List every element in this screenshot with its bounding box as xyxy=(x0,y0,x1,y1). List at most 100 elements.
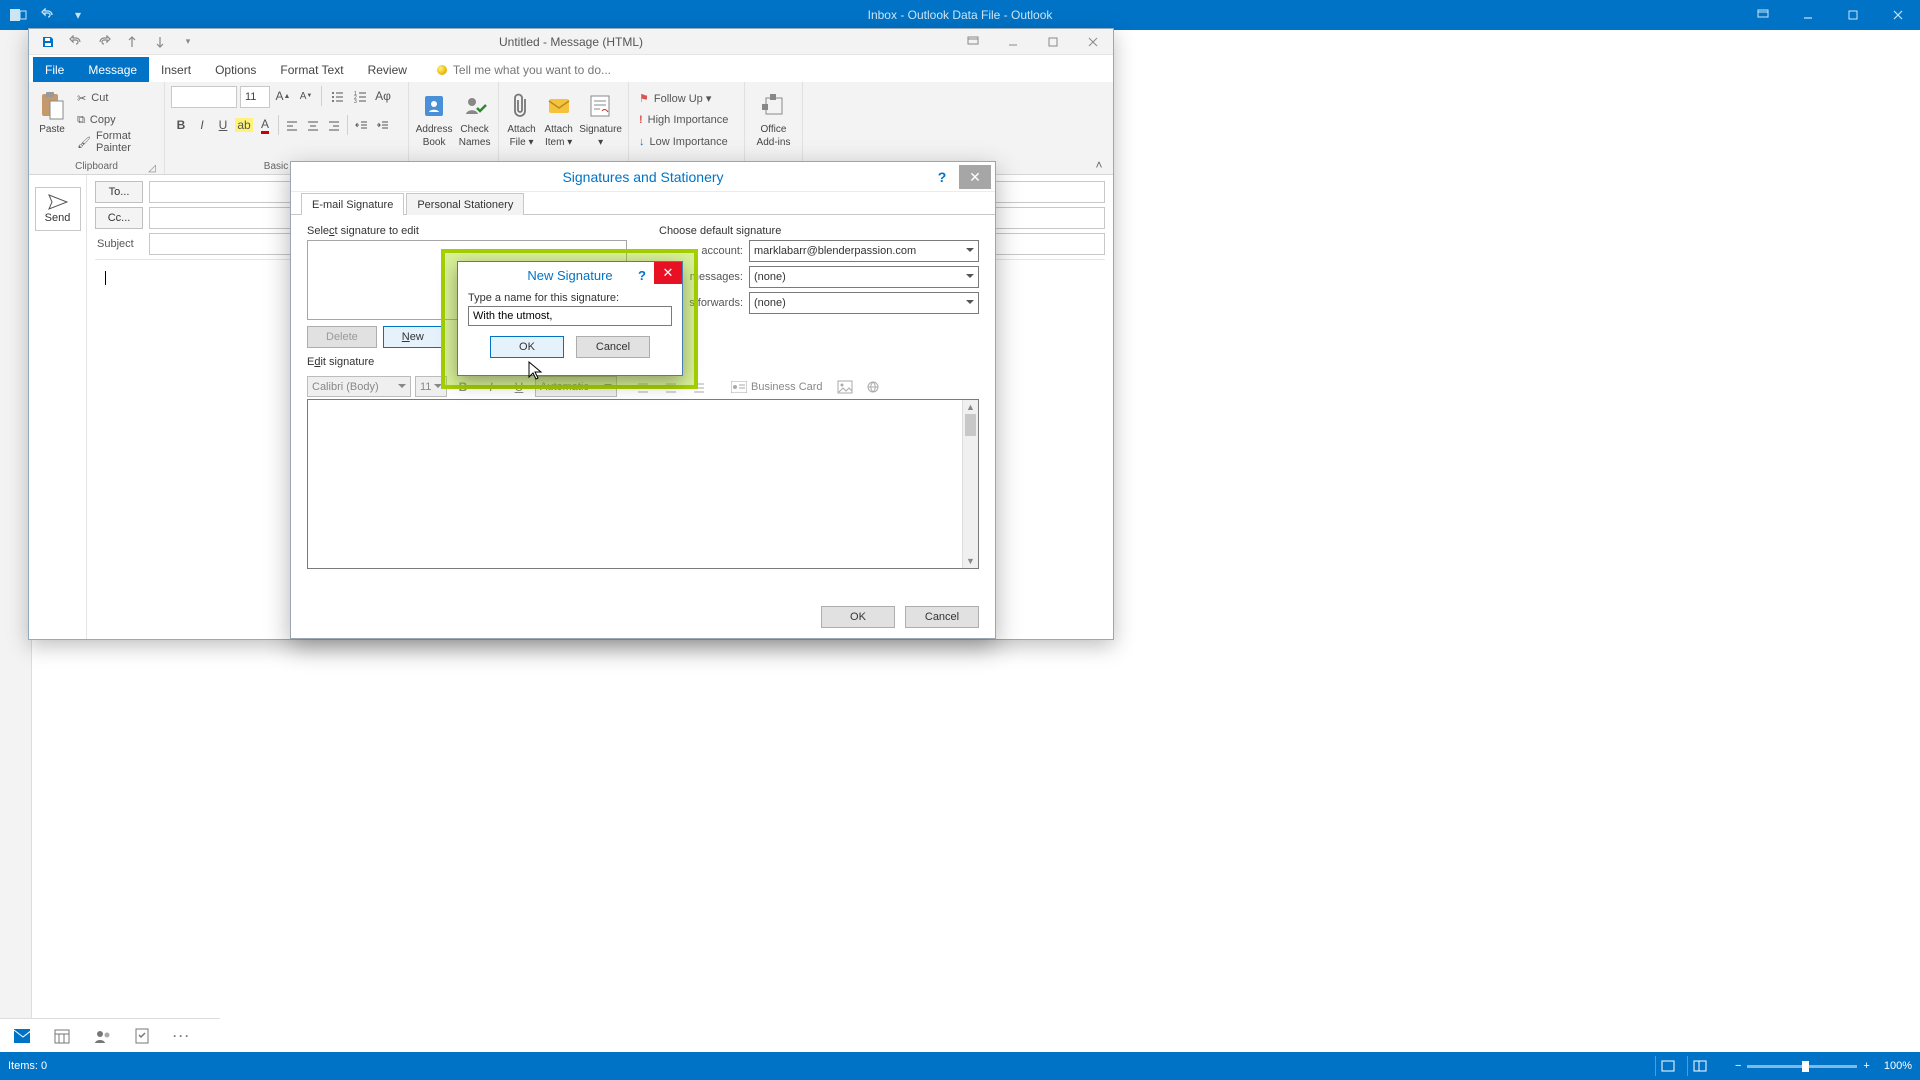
send-button[interactable]: Send xyxy=(35,187,81,231)
insert-picture-button[interactable] xyxy=(833,376,857,397)
signature-button[interactable]: Signature ▾ xyxy=(579,86,622,152)
calendar-nav-button[interactable] xyxy=(54,1028,70,1044)
scissors-icon: ✂ xyxy=(77,92,86,105)
attach-file-button[interactable]: Attach File ▾ xyxy=(505,86,538,152)
msg-qat-customize-button[interactable]: ▾ xyxy=(177,31,199,53)
to-button[interactable]: To... xyxy=(95,181,143,203)
scroll-up-button[interactable]: ▲ xyxy=(963,400,978,414)
paste-button[interactable]: Paste xyxy=(35,86,69,152)
business-card-icon xyxy=(731,381,747,393)
replies-forwards-select[interactable]: (none) xyxy=(749,292,979,314)
account-select[interactable]: marklabarr@blenderpassion.com xyxy=(749,240,979,262)
underline-button[interactable]: U xyxy=(213,115,233,135)
tab-file[interactable]: File xyxy=(33,57,76,82)
new-button[interactable]: New xyxy=(383,326,443,348)
cc-button[interactable]: Cc... xyxy=(95,207,143,229)
outlook-minimize-button[interactable] xyxy=(1785,0,1830,30)
msg-save-button[interactable] xyxy=(37,31,59,53)
shrink-font-button[interactable]: A▼ xyxy=(296,86,316,106)
follow-up-button[interactable]: ⚑Follow Up ▾ xyxy=(635,88,732,108)
msg-undo-button[interactable] xyxy=(65,31,87,53)
bullets-button[interactable] xyxy=(327,86,347,106)
cut-button[interactable]: ✂Cut xyxy=(73,88,158,108)
align-center-button[interactable] xyxy=(303,115,323,135)
check-names-icon xyxy=(459,90,491,122)
signatures-cancel-button[interactable]: Cancel xyxy=(905,606,979,628)
new-signature-ok-button[interactable]: OK xyxy=(490,336,564,358)
italic-button[interactable]: I xyxy=(192,115,212,135)
bold-button[interactable]: B xyxy=(171,115,191,135)
format-painter-button[interactable]: 🖌Format Painter xyxy=(73,132,158,152)
scroll-thumb[interactable] xyxy=(965,414,976,436)
tab-format-text[interactable]: Format Text xyxy=(268,57,355,82)
msg-redo-button[interactable] xyxy=(93,31,115,53)
tab-message[interactable]: Message xyxy=(76,57,149,82)
msg-minimize-button[interactable] xyxy=(993,29,1033,55)
edit-size-select[interactable]: 11 xyxy=(415,376,447,397)
msg-next-button[interactable] xyxy=(149,31,171,53)
qat-customize-button[interactable]: ▾ xyxy=(64,3,92,27)
mail-nav-button[interactable] xyxy=(14,1028,30,1044)
check-names-button[interactable]: Check Names xyxy=(457,86,492,152)
font-color-button[interactable]: A xyxy=(255,115,275,135)
more-nav-button[interactable]: ··· xyxy=(174,1028,190,1044)
outlook-maximize-button[interactable] xyxy=(1830,0,1875,30)
insert-hyperlink-button[interactable] xyxy=(861,376,885,397)
align-left-button[interactable] xyxy=(282,115,302,135)
attach-item-button[interactable]: Attach Item ▾ xyxy=(542,86,575,152)
font-size-select[interactable]: 11 xyxy=(240,86,270,108)
edit-scrollbar[interactable]: ▲ ▼ xyxy=(962,400,978,568)
new-messages-select[interactable]: (none) xyxy=(749,266,979,288)
msg-ribbon-display-button[interactable] xyxy=(953,29,993,55)
highlight-button[interactable]: ab xyxy=(234,115,254,135)
business-card-button[interactable]: Business Card xyxy=(725,376,829,397)
signatures-close-button[interactable]: ✕ xyxy=(959,165,991,189)
tab-insert[interactable]: Insert xyxy=(149,57,203,82)
address-book-button[interactable]: Address Book xyxy=(415,86,453,152)
office-addins-button[interactable]: Office Add-ins xyxy=(751,86,796,152)
tab-review[interactable]: Review xyxy=(356,57,419,82)
increase-indent-button[interactable] xyxy=(372,115,392,135)
signature-edit-textbox[interactable]: ▲ ▼ xyxy=(307,399,979,569)
zoom-in-button[interactable]: + xyxy=(1863,1060,1869,1072)
outlook-ribbon-display-button[interactable] xyxy=(1740,0,1785,30)
msg-maximize-button[interactable] xyxy=(1033,29,1073,55)
new-signature-help-button[interactable]: ? xyxy=(632,268,652,283)
people-nav-button[interactable] xyxy=(94,1028,110,1044)
signatures-help-button[interactable]: ? xyxy=(929,166,955,188)
tab-email-signature[interactable]: E-mail Signature xyxy=(301,193,404,215)
collapse-ribbon-button[interactable]: ˄ xyxy=(1091,158,1107,172)
align-right-button[interactable] xyxy=(324,115,344,135)
new-signature-close-button[interactable]: ✕ xyxy=(654,262,682,284)
choose-default-label: Choose default signature xyxy=(659,225,979,237)
signatures-dialog-title: Signatures and Stationery ? ✕ xyxy=(291,162,995,192)
qat-undo-button[interactable] xyxy=(34,3,62,27)
view-reading-button[interactable] xyxy=(1687,1056,1713,1076)
tab-options[interactable]: Options xyxy=(203,57,268,82)
grow-font-button[interactable]: A▲ xyxy=(273,86,293,106)
clear-formatting-button[interactable]: Aφ xyxy=(373,86,393,106)
numbering-button[interactable]: 123 xyxy=(350,86,370,106)
tab-personal-stationery[interactable]: Personal Stationery xyxy=(406,193,524,215)
decrease-indent-button[interactable] xyxy=(351,115,371,135)
high-importance-button[interactable]: !High Importance xyxy=(635,110,732,130)
low-importance-button[interactable]: ↓Low Importance xyxy=(635,132,732,152)
exclamation-icon: ! xyxy=(639,114,643,126)
zoom-slider[interactable] xyxy=(1747,1065,1857,1068)
zoom-out-button[interactable]: − xyxy=(1735,1060,1741,1072)
font-family-select[interactable] xyxy=(171,86,237,108)
edit-font-select[interactable]: Calibri (Body) xyxy=(307,376,411,397)
view-normal-button[interactable] xyxy=(1655,1056,1681,1076)
new-signature-cancel-button[interactable]: Cancel xyxy=(576,336,650,358)
delete-button[interactable]: Delete xyxy=(307,326,377,348)
new-signature-name-input[interactable] xyxy=(468,306,672,326)
msg-previous-button[interactable] xyxy=(121,31,143,53)
copy-button[interactable]: ⧉Copy xyxy=(73,110,158,130)
scroll-down-button[interactable]: ▼ xyxy=(963,554,978,568)
tell-me-input[interactable]: Tell me what you want to do... xyxy=(419,57,623,82)
signatures-ok-button[interactable]: OK xyxy=(821,606,895,628)
tasks-nav-button[interactable] xyxy=(134,1028,150,1044)
outlook-close-button[interactable] xyxy=(1875,0,1920,30)
clipboard-launcher[interactable]: ◿ xyxy=(146,162,158,174)
msg-close-button[interactable] xyxy=(1073,29,1113,55)
